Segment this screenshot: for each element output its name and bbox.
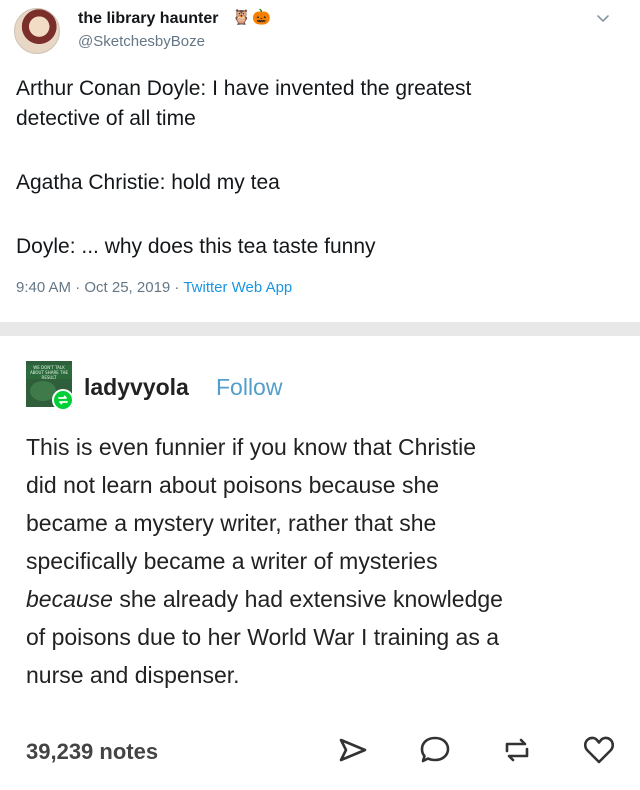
section-divider <box>0 322 640 336</box>
tweet-display-name[interactable]: the library haunter <box>78 10 218 28</box>
tweet-line: detective of all time <box>16 107 196 130</box>
post-line: nurse and dispenser. <box>26 662 240 688</box>
reply-button[interactable] <box>418 733 452 767</box>
tweet-source-link[interactable]: Twitter Web App <box>183 279 292 296</box>
tweet-line: Arthur Conan Doyle: I have invented the … <box>16 77 472 100</box>
post-line: because she already had extensive knowle… <box>26 586 503 612</box>
reblog-badge-icon <box>52 389 74 411</box>
reply-icon <box>420 736 450 763</box>
reblog-icon <box>505 738 529 762</box>
reblog-button[interactable] <box>500 733 534 767</box>
chevron-down-icon[interactable] <box>596 12 610 26</box>
pumpkin-emoji-icon: 🎃 <box>252 9 271 26</box>
tweet-timestamp[interactable]: 9:40 AM · Oct 25, 2019 · <box>16 279 183 296</box>
tweet-line: Doyle: ... why does this tea taste funny <box>16 235 376 258</box>
share-icon <box>339 738 367 762</box>
owl-emoji-icon: 🦉 <box>232 9 251 26</box>
post-line: specifically became a writer of mysterie… <box>26 548 438 574</box>
tweet-card: the library haunter 🦉 🎃 @SketchesbyBoze … <box>0 0 640 322</box>
post-line: of poisons due to her World War I traini… <box>26 624 500 650</box>
follow-button[interactable]: Follow <box>216 374 282 401</box>
tweet-metadata: 9:40 AM · Oct 25, 2019 · Twitter Web App <box>16 279 292 296</box>
notes-count[interactable]: 39,239 notes <box>26 739 158 765</box>
post-line: This is even funnier if you know that Ch… <box>26 434 476 460</box>
post-username[interactable]: ladyvyola <box>84 374 189 401</box>
tweet-avatar[interactable] <box>14 8 60 54</box>
share-button[interactable] <box>336 733 370 767</box>
tweet-line: Agatha Christie: hold my tea <box>16 171 280 194</box>
post-line: did not learn about poisons because she <box>26 472 440 498</box>
tumblr-post: WE DON'T TALK ABOUT SHARE THE RESULT lad… <box>0 336 640 790</box>
post-line: became a mystery writer, rather that she <box>26 510 437 536</box>
tweet-handle[interactable]: @SketchesbyBoze <box>78 33 205 50</box>
avatar-caption: WE DON'T TALK ABOUT SHARE THE RESULT <box>26 365 72 380</box>
emphasis-text: because <box>26 586 113 612</box>
like-icon <box>583 736 615 764</box>
like-button[interactable] <box>582 733 616 767</box>
tweet-text: Arthur Conan Doyle: I have invented the … <box>16 74 616 262</box>
post-text: This is even funnier if you know that Ch… <box>26 428 626 694</box>
